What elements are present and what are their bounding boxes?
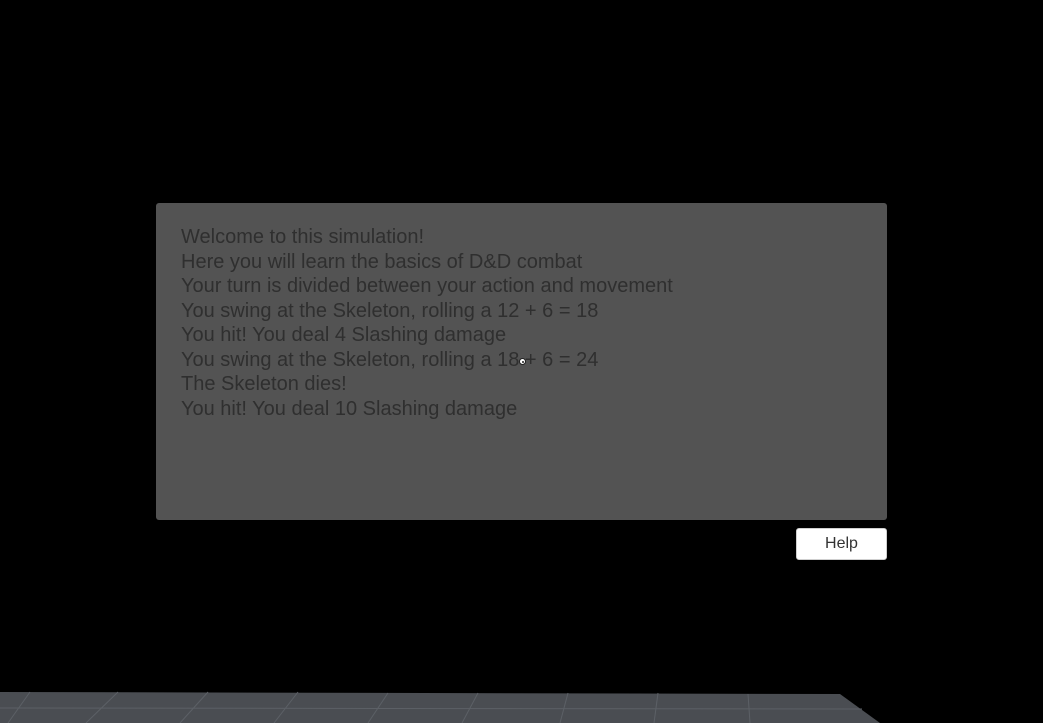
log-line: Welcome to this simulation! xyxy=(181,226,425,248)
log-line: You hit! You deal 10 Slashing damage xyxy=(181,397,518,420)
crosshair-cursor-icon xyxy=(519,358,526,365)
combat-log-list: Welcome to this simulation! Here you wil… xyxy=(181,225,862,421)
log-line: You hit! You deal 4 Slashing damage xyxy=(181,324,507,346)
floor-grid xyxy=(0,691,880,723)
log-line: Here you will learn the basics of D&D co… xyxy=(181,250,583,273)
help-button[interactable]: Help xyxy=(796,528,887,560)
log-line: The Skeleton dies! xyxy=(181,373,347,395)
game-viewport: Welcome to this simulation! Here you wil… xyxy=(0,0,1043,723)
log-line: Your turn is divided between your action… xyxy=(181,275,673,297)
log-line: You swing at the Skeleton, rolling a 12 … xyxy=(181,299,599,322)
